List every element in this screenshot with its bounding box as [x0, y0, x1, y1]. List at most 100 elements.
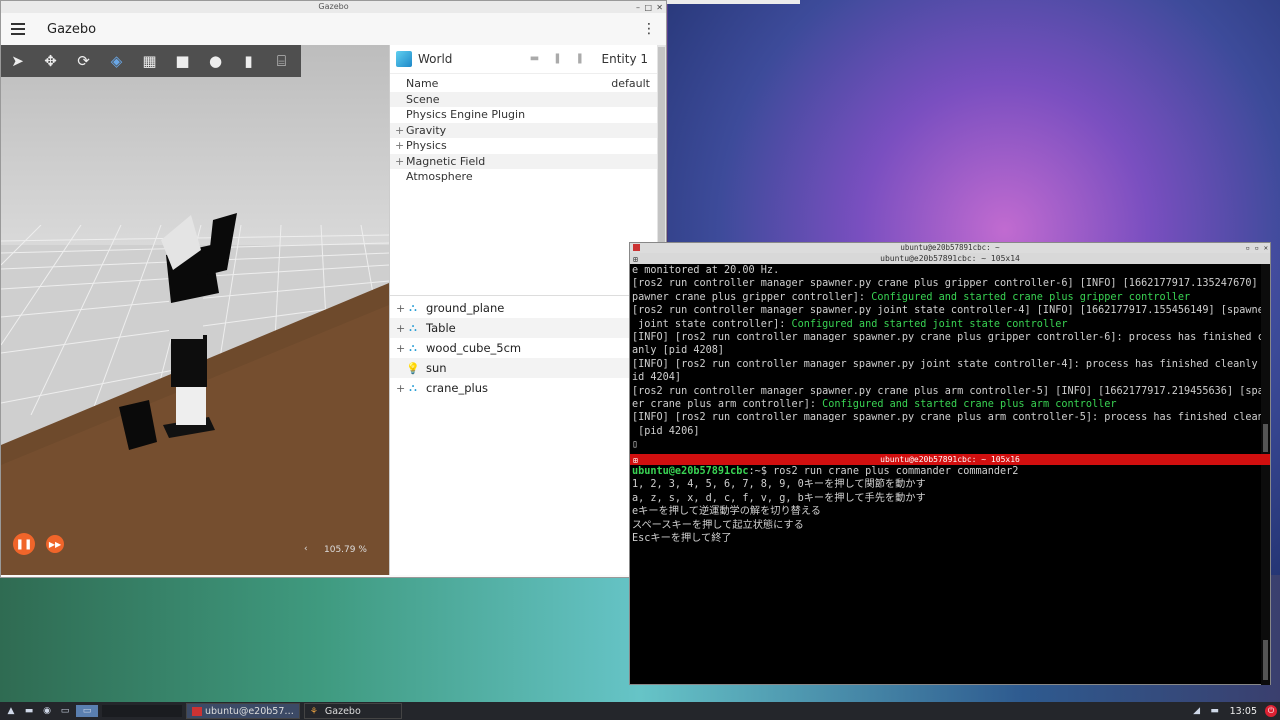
terminal-line: ▯: [632, 439, 639, 451]
maximize-icon[interactable]: ▫: [1255, 243, 1259, 253]
component-list: Name default Scene Physics Engine Plugin + Gr…: [390, 74, 658, 185]
terminal-line: Escキーを押して終了: [632, 533, 732, 545]
terminal-line: [ros2 run controller manager spawner.py …: [632, 305, 1270, 317]
task-terminal[interactable]: ubuntu@e20b57…: [186, 703, 300, 719]
taskbar: ▲ ▬ ◉ ▭ ▭ ubuntu@e20b57… ⚘ Gazebo ◢ ▬ 13…: [0, 702, 1280, 720]
clock[interactable]: 13:05: [1230, 706, 1257, 717]
step-forward-icon[interactable]: ▶▶: [46, 535, 64, 553]
bottom-terminal-pane[interactable]: ubuntu@e20b57891cbc:~$ ros2 run crane pl…: [630, 465, 1270, 685]
terminal-line: a, z, s, x, d, c, f, v, g, bキーを押して手先を動かす: [632, 492, 926, 504]
window-title: Gazebo: [318, 2, 349, 11]
expand-icon[interactable]: +: [395, 138, 404, 153]
terminal-window-title: ubuntu@e20b57891cbc: ~: [900, 243, 1000, 252]
top-pane-titlebar[interactable]: ⊞ ubuntu@e20b57891cbc: ~ 105x14: [630, 253, 1270, 264]
component-label: Name: [406, 77, 439, 90]
real-time-factor: 105.79 %: [324, 545, 367, 555]
grid-icon[interactable]: ▦: [133, 45, 166, 77]
sphere-shape-icon[interactable]: ●: [199, 45, 232, 77]
terminal-line: er crane plus arm controller]: Configure…: [632, 399, 1117, 411]
light-bulb-icon: 💡: [406, 361, 420, 375]
expand-icon[interactable]: +: [396, 322, 406, 335]
right-panel: World ▬❚❚ Entity 1 Name default Scene Physi…: [389, 45, 658, 575]
expand-icon[interactable]: +: [396, 382, 406, 395]
power-icon[interactable]: ⏻: [1265, 705, 1277, 717]
component-value: default: [611, 77, 650, 90]
robot-gripper-right: [207, 213, 237, 275]
translate-icon[interactable]: ✥: [34, 45, 67, 77]
collapse-arrow-icon[interactable]: ‹: [304, 544, 308, 554]
robot-link-lower: [171, 335, 207, 387]
gazebo-task-icon: ⚘: [309, 706, 318, 717]
terminal-line: [INFO] [ros2 run controller manager spaw…: [632, 358, 1270, 370]
screenshot-camera-icon[interactable]: ⌸: [265, 45, 298, 77]
terminal-line: joint state controller]: Configured and …: [632, 318, 1068, 330]
desktop-switcher-icon[interactable]: ▭: [76, 705, 98, 717]
entity-tree-item[interactable]: + ⛬ crane_plus: [390, 378, 658, 398]
entity-id: Entity 1: [601, 52, 648, 66]
component-row[interactable]: + Physics: [390, 138, 658, 154]
scene-objects: [1, 213, 389, 575]
entity-tree-item[interactable]: + ⛬ ground_plane: [390, 298, 658, 318]
component-row[interactable]: + Magnetic Field: [390, 153, 658, 169]
hamburger-menu-icon[interactable]: [11, 23, 25, 35]
entity-name: wood_cube_5cm: [426, 341, 522, 355]
select-arrow-icon[interactable]: ➤: [1, 45, 34, 77]
bottom-pane-titlebar[interactable]: ⊞ ubuntu@e20b57891cbc: ~ 105x16: [630, 454, 1270, 465]
entity-name: sun: [426, 361, 447, 375]
terminal-line: [INFO] [ros2 run controller manager spaw…: [632, 332, 1270, 344]
terminal-titlebar[interactable]: ubuntu@e20b57891cbc: ~ ▫ ▫ ✕: [630, 243, 1270, 253]
top-terminal-pane[interactable]: e monitored at 20.00 Hz. [ros2 run contro…: [630, 264, 1270, 454]
component-row[interactable]: Scene: [390, 91, 658, 107]
component-label: Magnetic Field: [406, 154, 486, 168]
terminal-task-icon: [192, 706, 202, 716]
component-row[interactable]: + Gravity: [390, 122, 658, 138]
launcher-icon[interactable]: ▬: [22, 705, 36, 717]
task-gazebo[interactable]: ⚘ Gazebo: [303, 703, 402, 719]
close-icon[interactable]: ✕: [1264, 243, 1268, 253]
entity-tree-item[interactable]: + ⛬ Table: [390, 318, 658, 338]
browser-icon[interactable]: ◉: [40, 705, 54, 717]
start-menu-icon[interactable]: ▲: [4, 705, 18, 717]
pause-icon[interactable]: ❚❚: [13, 533, 35, 555]
component-label: Physics Engine Plugin: [406, 108, 526, 121]
terminal-line: [ros2 run controller manager spawner.py …: [632, 278, 1270, 290]
app-bar: Gazebo ⋮: [1, 13, 666, 46]
network-icon[interactable]: ◢: [1190, 705, 1204, 717]
entity-tree-item[interactable]: + ⛬ wood_cube_5cm: [390, 338, 658, 358]
terminal-line: anly [pid 4208]: [632, 345, 725, 357]
scale-icon[interactable]: ◈: [100, 45, 133, 77]
expand-icon[interactable]: +: [396, 342, 406, 355]
terminal-line: 1, 2, 3, 4, 5, 6, 7, 8, 9, 0キーを押して関節を動かす: [632, 479, 926, 491]
minimize-icon[interactable]: ▫: [1246, 243, 1250, 253]
terminal-window: ubuntu@e20b57891cbc: ~ ▫ ▫ ✕ ⊞ ubuntu@e2…: [629, 242, 1271, 685]
pane-scrollbar[interactable]: [1261, 465, 1270, 685]
scene-3d-viewport[interactable]: ➤ ✥ ⟳ ◈ ▦ ■ ● ▮ ⌸ ❚❚ ▶▶ ‹ 105.79 %: [1, 45, 389, 575]
volume-icon[interactable]: ▬: [1208, 705, 1222, 717]
workspace-icon[interactable]: [102, 705, 182, 717]
pane-scrollbar[interactable]: [1261, 264, 1270, 454]
terminal-line: pawner crane plus gripper controller]: C…: [632, 291, 1191, 303]
expand-icon[interactable]: +: [395, 123, 404, 138]
expand-icon[interactable]: +: [396, 302, 406, 315]
rotate-icon[interactable]: ⟳: [67, 45, 100, 77]
box-shape-icon[interactable]: ■: [166, 45, 199, 77]
world-cube-icon: [396, 51, 412, 67]
terminal-line: e monitored at 20.00 Hz.: [632, 265, 780, 276]
model-icon: ⛬: [409, 301, 417, 314]
gazebo-titlebar[interactable]: Gazebo – □ ✕: [1, 1, 666, 13]
top-pane-title: ubuntu@e20b57891cbc: ~ 105x14: [880, 254, 1020, 263]
cylinder-shape-icon[interactable]: ▮: [232, 45, 265, 77]
component-label: Atmosphere: [406, 170, 473, 183]
component-row[interactable]: Atmosphere: [390, 169, 658, 185]
scene-toolbar: ➤ ✥ ⟳ ◈ ▦ ■ ● ▮ ⌸: [1, 45, 301, 77]
component-row[interactable]: Name default: [390, 76, 658, 92]
files-icon[interactable]: ▭: [58, 705, 72, 717]
command-line: ubuntu@e20b57891cbc:~$ ros2 run crane pl…: [632, 466, 1019, 477]
entity-tree-item[interactable]: 💡 sun: [390, 358, 658, 378]
expand-icon[interactable]: +: [395, 154, 404, 169]
inspector-controls[interactable]: ▬❚❚: [530, 53, 598, 64]
more-options-icon[interactable]: ⋮: [642, 21, 656, 37]
component-row[interactable]: Physics Engine Plugin: [390, 107, 658, 123]
component-label: Scene: [406, 92, 440, 106]
bottom-pane-title: ubuntu@e20b57891cbc: ~ 105x16: [880, 455, 1020, 464]
